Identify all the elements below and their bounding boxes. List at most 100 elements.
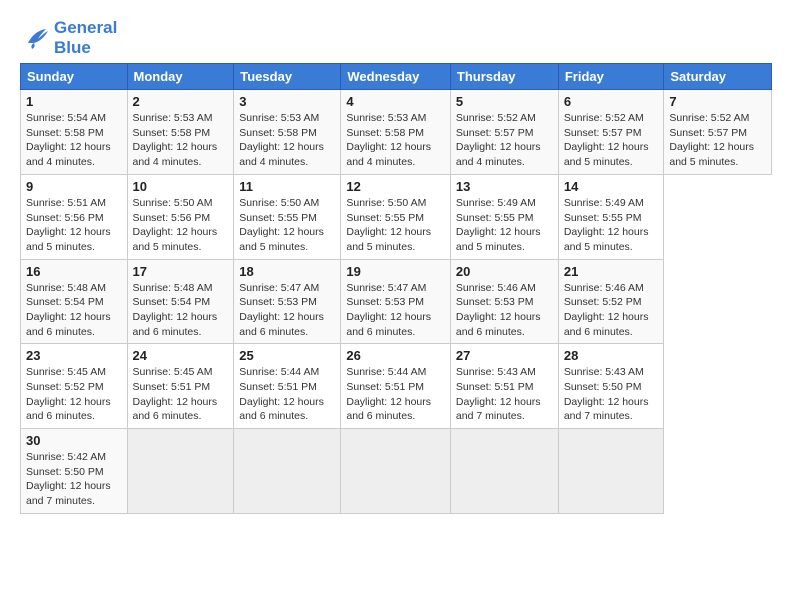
calendar-day-cell: 25 Sunrise: 5:44 AMSunset: 5:51 PMDayligh… (234, 344, 341, 429)
day-number: 1 (26, 94, 122, 109)
calendar-day-cell: 16 Sunrise: 5:48 AMSunset: 5:54 PMDayligh… (21, 259, 128, 344)
day-number: 23 (26, 348, 122, 363)
calendar-day-cell (450, 429, 558, 514)
column-header-thursday: Thursday (450, 64, 558, 90)
calendar-day-cell: 10 Sunrise: 5:50 AMSunset: 5:56 PMDayligh… (127, 174, 234, 259)
day-info: Sunrise: 5:46 AMSunset: 5:53 PMDaylight:… (456, 281, 553, 340)
day-number: 30 (26, 433, 122, 448)
day-info: Sunrise: 5:43 AMSunset: 5:51 PMDaylight:… (456, 365, 553, 424)
header: General Blue (20, 18, 772, 57)
calendar-day-cell: 6 Sunrise: 5:52 AMSunset: 5:57 PMDaylight… (558, 90, 664, 175)
day-number: 5 (456, 94, 553, 109)
day-info: Sunrise: 5:45 AMSunset: 5:51 PMDaylight:… (133, 365, 229, 424)
calendar-day-cell: 17 Sunrise: 5:48 AMSunset: 5:54 PMDayligh… (127, 259, 234, 344)
day-info: Sunrise: 5:47 AMSunset: 5:53 PMDaylight:… (239, 281, 335, 340)
day-number: 18 (239, 264, 335, 279)
day-number: 25 (239, 348, 335, 363)
calendar-week-row: 16 Sunrise: 5:48 AMSunset: 5:54 PMDayligh… (21, 259, 772, 344)
day-number: 21 (564, 264, 659, 279)
day-number: 10 (133, 179, 229, 194)
day-info: Sunrise: 5:53 AMSunset: 5:58 PMDaylight:… (133, 111, 229, 170)
day-number: 12 (346, 179, 445, 194)
day-info: Sunrise: 5:48 AMSunset: 5:54 PMDaylight:… (133, 281, 229, 340)
calendar-week-row: 9 Sunrise: 5:51 AMSunset: 5:56 PMDaylight… (21, 174, 772, 259)
calendar-day-cell: 9 Sunrise: 5:51 AMSunset: 5:56 PMDaylight… (21, 174, 128, 259)
calendar-day-cell: 28 Sunrise: 5:43 AMSunset: 5:50 PMDayligh… (558, 344, 664, 429)
day-info: Sunrise: 5:43 AMSunset: 5:50 PMDaylight:… (564, 365, 659, 424)
day-info: Sunrise: 5:52 AMSunset: 5:57 PMDaylight:… (456, 111, 553, 170)
day-info: Sunrise: 5:52 AMSunset: 5:57 PMDaylight:… (564, 111, 659, 170)
day-info: Sunrise: 5:47 AMSunset: 5:53 PMDaylight:… (346, 281, 445, 340)
calendar-day-cell: 12 Sunrise: 5:50 AMSunset: 5:55 PMDayligh… (341, 174, 451, 259)
calendar-table: SundayMondayTuesdayWednesdayThursdayFrid… (20, 63, 772, 514)
column-header-tuesday: Tuesday (234, 64, 341, 90)
day-info: Sunrise: 5:50 AMSunset: 5:55 PMDaylight:… (239, 196, 335, 255)
calendar-day-cell (341, 429, 451, 514)
calendar-day-cell: 27 Sunrise: 5:43 AMSunset: 5:51 PMDayligh… (450, 344, 558, 429)
calendar-day-cell: 7 Sunrise: 5:52 AMSunset: 5:57 PMDaylight… (664, 90, 772, 175)
day-number: 16 (26, 264, 122, 279)
day-number: 14 (564, 179, 659, 194)
calendar-header-row: SundayMondayTuesdayWednesdayThursdayFrid… (21, 64, 772, 90)
day-info: Sunrise: 5:53 AMSunset: 5:58 PMDaylight:… (346, 111, 445, 170)
column-header-friday: Friday (558, 64, 664, 90)
logo: General Blue (20, 18, 117, 57)
calendar-day-cell: 1 Sunrise: 5:54 AMSunset: 5:58 PMDaylight… (21, 90, 128, 175)
day-number: 9 (26, 179, 122, 194)
day-number: 13 (456, 179, 553, 194)
day-info: Sunrise: 5:49 AMSunset: 5:55 PMDaylight:… (456, 196, 553, 255)
calendar-day-cell: 18 Sunrise: 5:47 AMSunset: 5:53 PMDayligh… (234, 259, 341, 344)
calendar-day-cell: 11 Sunrise: 5:50 AMSunset: 5:55 PMDayligh… (234, 174, 341, 259)
calendar-day-cell: 19 Sunrise: 5:47 AMSunset: 5:53 PMDayligh… (341, 259, 451, 344)
calendar-day-cell: 30Sunrise: 5:42 AMSunset: 5:50 PMDayligh… (21, 429, 128, 514)
day-info: Sunrise: 5:51 AMSunset: 5:56 PMDaylight:… (26, 196, 122, 255)
day-info: Sunrise: 5:54 AMSunset: 5:58 PMDaylight:… (26, 111, 122, 170)
day-info: Sunrise: 5:53 AMSunset: 5:58 PMDaylight:… (239, 111, 335, 170)
day-number: 24 (133, 348, 229, 363)
day-number: 20 (456, 264, 553, 279)
calendar-day-cell: 21 Sunrise: 5:46 AMSunset: 5:52 PMDayligh… (558, 259, 664, 344)
calendar-week-row: 30Sunrise: 5:42 AMSunset: 5:50 PMDayligh… (21, 429, 772, 514)
calendar-day-cell: 23 Sunrise: 5:45 AMSunset: 5:52 PMDayligh… (21, 344, 128, 429)
calendar-day-cell: 3 Sunrise: 5:53 AMSunset: 5:58 PMDaylight… (234, 90, 341, 175)
calendar-day-cell (234, 429, 341, 514)
day-number: 28 (564, 348, 659, 363)
day-info: Sunrise: 5:45 AMSunset: 5:52 PMDaylight:… (26, 365, 122, 424)
day-info: Sunrise: 5:44 AMSunset: 5:51 PMDaylight:… (346, 365, 445, 424)
calendar-day-cell (127, 429, 234, 514)
day-info: Sunrise: 5:48 AMSunset: 5:54 PMDaylight:… (26, 281, 122, 340)
logo-bird-icon (20, 23, 50, 53)
day-info: Sunrise: 5:52 AMSunset: 5:57 PMDaylight:… (669, 111, 766, 170)
calendar-day-cell: 20 Sunrise: 5:46 AMSunset: 5:53 PMDayligh… (450, 259, 558, 344)
day-info: Sunrise: 5:44 AMSunset: 5:51 PMDaylight:… (239, 365, 335, 424)
column-header-wednesday: Wednesday (341, 64, 451, 90)
calendar-day-cell: 26 Sunrise: 5:44 AMSunset: 5:51 PMDayligh… (341, 344, 451, 429)
calendar-week-row: 1 Sunrise: 5:54 AMSunset: 5:58 PMDaylight… (21, 90, 772, 175)
day-info: Sunrise: 5:50 AMSunset: 5:56 PMDaylight:… (133, 196, 229, 255)
page: General Blue SundayMondayTuesdayWednesda… (0, 0, 792, 524)
column-header-sunday: Sunday (21, 64, 128, 90)
logo-text: General Blue (54, 18, 117, 57)
calendar-day-cell (558, 429, 664, 514)
calendar-day-cell: 13 Sunrise: 5:49 AMSunset: 5:55 PMDayligh… (450, 174, 558, 259)
calendar-day-cell: 4 Sunrise: 5:53 AMSunset: 5:58 PMDaylight… (341, 90, 451, 175)
calendar-day-cell: 5 Sunrise: 5:52 AMSunset: 5:57 PMDaylight… (450, 90, 558, 175)
day-info: Sunrise: 5:46 AMSunset: 5:52 PMDaylight:… (564, 281, 659, 340)
day-number: 3 (239, 94, 335, 109)
calendar-day-cell: 24 Sunrise: 5:45 AMSunset: 5:51 PMDayligh… (127, 344, 234, 429)
day-info: Sunrise: 5:50 AMSunset: 5:55 PMDaylight:… (346, 196, 445, 255)
day-number: 17 (133, 264, 229, 279)
day-number: 4 (346, 94, 445, 109)
day-number: 7 (669, 94, 766, 109)
day-number: 26 (346, 348, 445, 363)
day-number: 19 (346, 264, 445, 279)
day-number: 6 (564, 94, 659, 109)
day-number: 2 (133, 94, 229, 109)
column-header-monday: Monday (127, 64, 234, 90)
day-number: 11 (239, 179, 335, 194)
column-header-saturday: Saturday (664, 64, 772, 90)
day-info: Sunrise: 5:49 AMSunset: 5:55 PMDaylight:… (564, 196, 659, 255)
day-number: 27 (456, 348, 553, 363)
calendar-day-cell: 2 Sunrise: 5:53 AMSunset: 5:58 PMDaylight… (127, 90, 234, 175)
calendar-day-cell: 14 Sunrise: 5:49 AMSunset: 5:55 PMDayligh… (558, 174, 664, 259)
